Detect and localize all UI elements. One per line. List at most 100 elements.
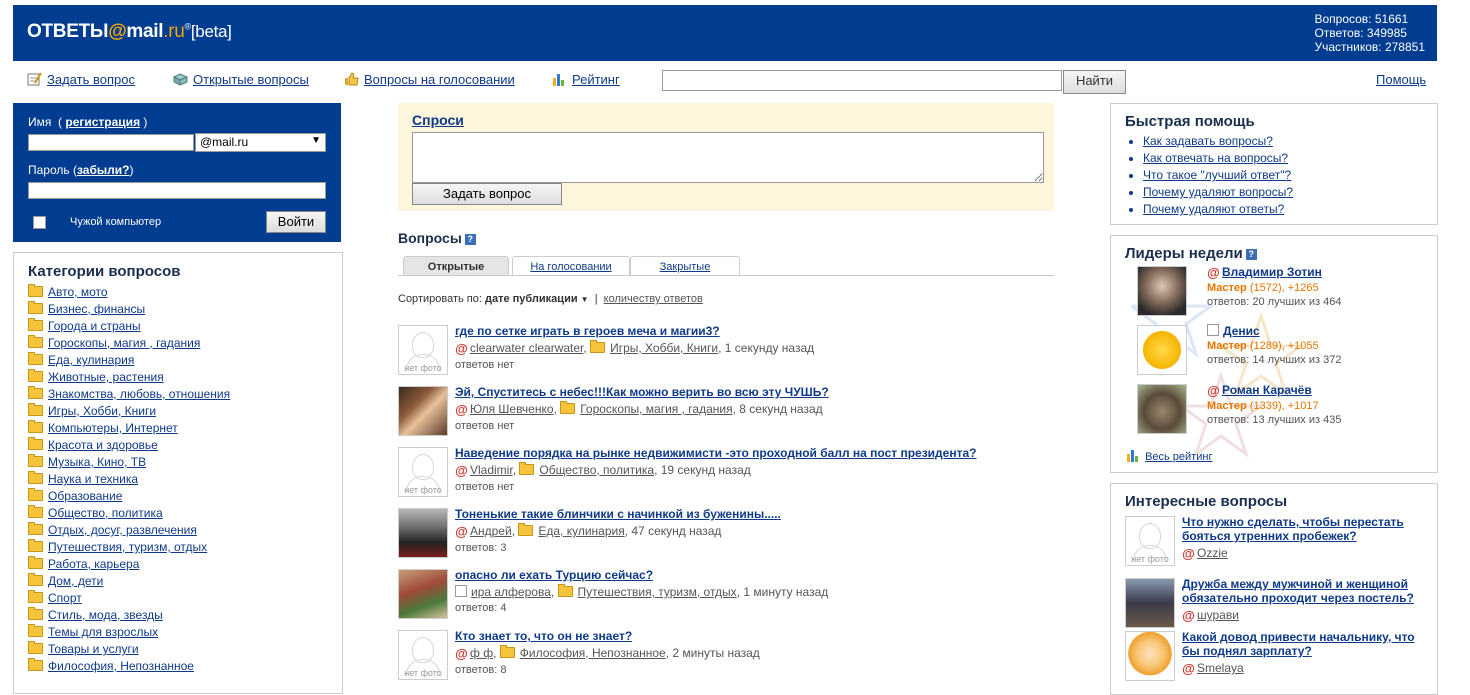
category-label: Товары и услуги [48,642,139,656]
interesting-user-link[interactable]: Ozzie [1197,546,1228,560]
category-link[interactable]: Красота и здоровье [28,437,158,452]
question-category-link[interactable]: Гороскопы, магия , гадания [580,402,732,416]
help-link[interactable]: Как задавать вопросы? [1143,133,1293,150]
password-input[interactable] [28,182,326,199]
nav-voting[interactable]: Вопросы на голосовании [344,72,515,87]
help-link[interactable]: Почему удаляют ответы? [1143,201,1293,218]
category-label: Бизнес, финансы [48,302,146,316]
category-link[interactable]: Животные, растения [28,369,164,384]
search-button[interactable]: Найти [1063,70,1126,94]
register-link[interactable]: регистрация [65,115,140,129]
user-avatar[interactable]: нет фото [398,325,448,375]
category-link[interactable]: Философия, Непознанное [28,658,194,673]
sort-answers[interactable]: количеству ответов [604,293,703,305]
category-link[interactable]: Знакомства, любовь, отношения [28,386,230,401]
user-avatar[interactable]: нет фото [1125,516,1175,566]
question-title-link[interactable]: Тоненькие такие блинчики с начинкой из б… [455,507,781,521]
category-link[interactable]: Стиль, мода, звезды [28,607,163,622]
category-link[interactable]: Дом, дети [28,573,103,588]
question-user-link[interactable]: Андрей [470,524,512,538]
all-rating-link[interactable]: Весь рейтинг [1125,448,1212,463]
category-link[interactable]: Отдых, досуг, развлечения [28,522,197,537]
user-avatar[interactable]: нет фото [398,630,448,680]
domain-select[interactable]: @mail.ru ▼ [195,133,326,152]
folder-icon [28,352,43,365]
nav-open[interactable]: Открытые вопросы [173,72,309,87]
leader-avatar[interactable] [1137,266,1187,316]
tab-open[interactable]: Открытые [403,256,509,276]
question-user-link[interactable]: ф ф [470,646,493,660]
login-name-input[interactable] [28,134,194,151]
leader-avatar[interactable] [1137,384,1187,434]
user-avatar[interactable] [398,386,448,436]
user-avatar[interactable] [398,569,448,619]
question-title-link[interactable]: опасно ли ехать Турцию сейчас? [455,568,828,582]
folder-icon [28,471,43,484]
category-link[interactable]: Темы для взрослых [28,624,158,639]
category-link[interactable]: Города и страны [28,318,141,333]
category-link[interactable]: Еда, кулинария [28,352,134,367]
interesting-title-link[interactable]: Какой довод привести начальнику, что бы п… [1182,630,1415,658]
foreign-pc-checkbox[interactable] [33,216,46,229]
help-link[interactable]: Что такое "лучший ответ"? [1143,167,1293,184]
tab-voting[interactable]: На голосовании [512,256,630,276]
interesting-user-link[interactable]: шурави [1197,608,1239,622]
category-link[interactable]: Компьютеры, Интернет [28,420,178,435]
login-button[interactable]: Войти [266,211,326,233]
help-link[interactable]: Как отвечать на вопросы? [1143,150,1293,167]
question-category-link[interactable]: Философия, Непознанное [520,646,666,660]
category-link[interactable]: Наука и техника [28,471,138,486]
interesting-user-link[interactable]: Smelaya [1197,661,1244,675]
ask-title[interactable]: Спроси [412,112,464,128]
category-link[interactable]: Бизнес, финансы [28,301,146,316]
forgot-link[interactable]: забыли? [77,163,129,177]
search-input[interactable] [662,70,1062,91]
category-link[interactable]: Гороскопы, магия , гадания [28,335,200,350]
category-link[interactable]: Путешествия, туризм, отдых [28,539,207,554]
category-link[interactable]: Товары и услуги [28,641,139,656]
category-link[interactable]: Общество, политика [28,505,163,520]
tab-closed[interactable]: Закрытые [630,256,740,276]
site-logo[interactable]: ОТВЕТЫ@mail.ru®[beta] [27,21,232,43]
ask-button[interactable]: Задать вопрос [412,183,562,205]
category-link[interactable]: Спорт [28,590,82,605]
category-link[interactable]: Музыка, Кино, ТВ [28,454,146,469]
interesting-title-link[interactable]: Что нужно сделать, чтобы перестать боятьс… [1182,515,1404,543]
leader-name-link[interactable]: Владимир Зотин [1222,265,1322,279]
category-link[interactable]: Игры, Хобби, Книги [28,403,156,418]
interesting-title-link[interactable]: Дружба между мужчиной и женщиной обязател… [1182,577,1414,605]
user-avatar[interactable] [398,508,448,558]
question-title-link[interactable]: Кто знает то, что он не знает? [455,629,760,643]
category-link[interactable]: Авто, мото [28,284,108,299]
question-category-link[interactable]: Путешествия, туризм, отдых [578,585,737,599]
question-title-link[interactable]: Эй, Спуститесь с небес!!!Как можно верит… [455,385,829,399]
question-title-link[interactable]: где по сетке играть в героев меча и маги… [455,324,814,338]
user-avatar[interactable] [1125,578,1175,628]
question-category-link[interactable]: Еда, кулинария [538,524,624,538]
question-user-link[interactable]: Юля Шевченко [470,402,554,416]
help-icon[interactable]: ? [1245,249,1257,260]
nav-help[interactable]: Помощь [1376,72,1426,87]
nav-ask[interactable]: Задать вопрос [27,72,135,87]
mail-at-icon: @ [1182,546,1195,561]
folder-icon [518,523,534,536]
user-avatar[interactable] [1125,631,1175,681]
category-link[interactable]: Образование [28,488,122,503]
sort-date[interactable]: дате публикации [485,293,578,305]
nav-rating[interactable]: Рейтинг [552,72,620,87]
leader-avatar[interactable] [1137,325,1187,375]
category-link[interactable]: Работа, карьера [28,556,139,571]
question-user-link[interactable]: ира алферова [471,585,551,599]
help-icon[interactable]: ? [464,234,476,245]
leader-name-link[interactable]: Денис [1223,324,1260,338]
help-link[interactable]: Почему удаляют вопросы? [1143,184,1293,201]
question-title-link[interactable]: Наведение порядка на рынке недвижимисти … [455,446,976,460]
ask-textarea[interactable] [412,132,1044,183]
question-user-link[interactable]: clearwater clearwater [470,341,583,355]
question-category-link[interactable]: Общество, политика [539,463,654,477]
question-user-link[interactable]: Vladimir [470,463,513,477]
leader-name-link[interactable]: Роман Карачёв [1222,383,1312,397]
user-avatar[interactable]: нет фото [398,447,448,497]
folder-icon [28,488,43,501]
question-category-link[interactable]: Игры, Хобби, Книги [610,341,718,355]
